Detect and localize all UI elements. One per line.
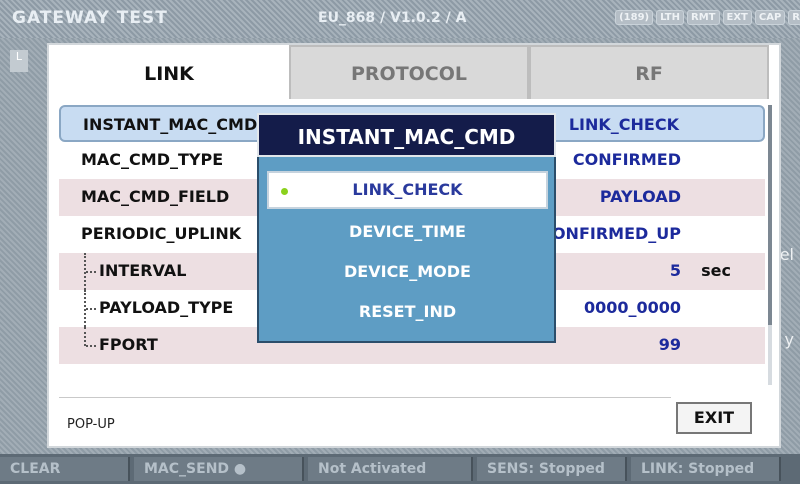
popup-option-device-time[interactable]: DEVICE_TIME (267, 213, 548, 251)
row-label: MAC_CMD_TYPE (81, 150, 224, 169)
version-label: EU_868 / V1.0.2 / A (318, 10, 467, 26)
tab-bar: LINK PROTOCOL RF (49, 45, 779, 99)
row-label: INTERVAL (99, 261, 187, 280)
tree-connector (86, 308, 96, 310)
indicator-ext: EXT (722, 10, 752, 25)
status-indicators: (189) LTH RMT EXT CAP R (615, 10, 800, 25)
popup-option-link-check[interactable]: LINK_CHECK (267, 171, 548, 209)
popup-option-device-mode[interactable]: DEVICE_MODE (267, 253, 548, 291)
background-side-tab: L (10, 50, 28, 72)
row-label: INSTANT_MAC_CMD (83, 115, 258, 134)
indicator-count: (189) (615, 10, 654, 25)
option-label: DEVICE_TIME (349, 222, 466, 241)
activation-status: Not Activated (308, 457, 473, 481)
tab-protocol[interactable]: PROTOCOL (289, 45, 529, 99)
mac-send-status: MAC_SEND ● (134, 457, 304, 481)
selected-dot-icon (281, 188, 288, 195)
mac-cmd-popup: INSTANT_MAC_CMD LINK_CHECK DEVICE_TIME D… (257, 113, 556, 343)
indicator-cap: CAP (754, 10, 786, 25)
row-label: PAYLOAD_TYPE (99, 298, 234, 317)
scrollbar-thumb[interactable] (768, 105, 772, 325)
background-edge-text: y (784, 330, 794, 349)
option-label: LINK_CHECK (352, 180, 463, 199)
footer-mode-label: POP-UP (67, 417, 115, 432)
row-value: PAYLOAD (599, 187, 681, 206)
background-edge-text: el (779, 245, 794, 264)
divider (59, 397, 671, 398)
row-value: CONFIRMED (572, 150, 681, 169)
tab-rf[interactable]: RF (529, 45, 769, 99)
row-value: CONFIRMED_UP (540, 224, 681, 243)
popup-option-reset-ind[interactable]: RESET_IND (267, 293, 548, 331)
row-value: 0000_0000 (583, 298, 681, 317)
row-value: 99 (658, 335, 681, 354)
indicator-rmt: RMT (687, 10, 720, 25)
tree-connector (86, 345, 96, 347)
tree-connector (86, 271, 96, 273)
clear-button[interactable]: CLEAR (0, 457, 130, 481)
option-label: DEVICE_MODE (344, 262, 471, 281)
exit-button[interactable]: EXIT (676, 402, 752, 434)
tab-link[interactable]: LINK (49, 45, 289, 99)
row-value: 5 (669, 261, 681, 280)
row-label: FPORT (99, 335, 158, 354)
indicator-r: R (788, 10, 800, 25)
app-title: GATEWAY TEST (12, 8, 168, 28)
popup-title: INSTANT_MAC_CMD (257, 113, 556, 157)
row-label: PERIODIC_UPLINK (81, 224, 242, 243)
row-label: MAC_CMD_FIELD (81, 187, 230, 206)
scrollbar[interactable] (768, 105, 772, 385)
tree-connector (84, 327, 86, 346)
indicator-lth: LTH (656, 10, 685, 25)
status-bar: CLEAR MAC_SEND ● Not Activated SENS: Sto… (0, 454, 800, 484)
row-value: LINK_CHECK (568, 115, 679, 134)
option-label: RESET_IND (358, 302, 457, 321)
title-bar: GATEWAY TEST EU_868 / V1.0.2 / A (189) L… (0, 0, 800, 38)
sens-status: SENS: Stopped (477, 457, 627, 481)
link-status: LINK: Stopped (631, 457, 781, 481)
row-unit: sec (701, 261, 731, 280)
